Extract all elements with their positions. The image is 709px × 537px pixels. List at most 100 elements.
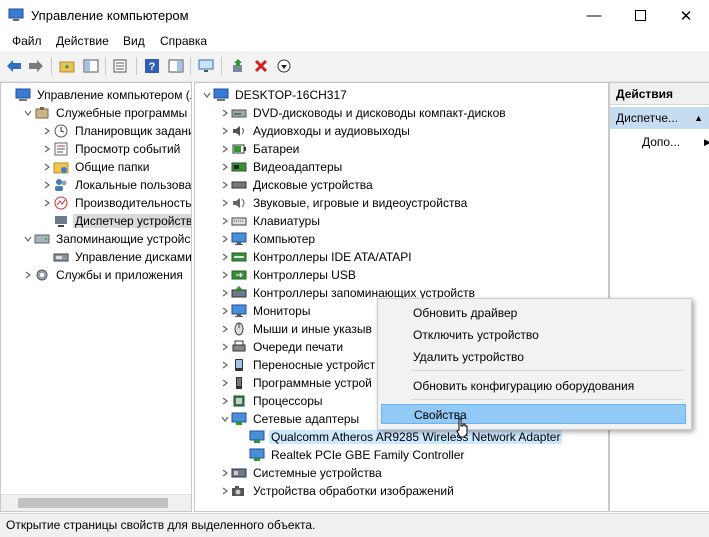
show-hide-action-pane-icon[interactable] [167, 57, 185, 75]
actions-device-manager[interactable]: Диспетче... ▲ [610, 107, 709, 129]
menu-separator [411, 399, 684, 400]
device-tree-item[interactable]: Переносные устройст [219, 356, 377, 374]
disable-device-icon[interactable] [252, 57, 270, 75]
left-tree-item[interactable]: Просмотр событий [41, 140, 182, 158]
device-tree-item[interactable]: Контроллеры IDE ATA/ATAPI [219, 248, 414, 266]
expand-chevron-icon[interactable] [219, 235, 231, 243]
device-tree-item[interactable]: Мыши и иные указыв [219, 320, 374, 338]
actions-more[interactable]: Допо... ▶ [642, 131, 709, 153]
device-tree-item[interactable]: Дисковые устройства [219, 176, 375, 194]
device-tree-item[interactable]: Сетевые адаптеры [219, 410, 361, 428]
device-tree-item[interactable]: Звуковые, игровые и видеоустройства [219, 194, 469, 212]
expand-chevron-icon[interactable] [219, 469, 231, 477]
menu-scan-hardware[interactable]: Обновить конфигурацию оборудования [381, 376, 686, 396]
menu-disable-device[interactable]: Отключить устройство [381, 325, 686, 345]
event-viewer-icon [53, 142, 69, 156]
device-tree-item[interactable]: Системные устройства [219, 464, 384, 482]
expand-chevron-icon[interactable] [41, 199, 53, 207]
help-icon[interactable]: ? [143, 57, 161, 75]
expand-chevron-icon[interactable] [219, 127, 231, 135]
device-tree-item[interactable]: Программные устрой [219, 374, 374, 392]
collapse-chevron-icon[interactable] [201, 91, 213, 99]
forward-arrow-icon[interactable] [27, 57, 45, 75]
left-tree-item[interactable]: Управление дисками [41, 248, 192, 266]
menu-view[interactable]: Вид [123, 34, 145, 48]
collapse-up-icon[interactable]: ▲ [694, 107, 703, 129]
expand-chevron-icon[interactable] [219, 145, 231, 153]
device-tree-item-label: Мониторы [253, 304, 311, 318]
expand-chevron-icon[interactable] [219, 271, 231, 279]
properties-icon[interactable] [111, 57, 129, 75]
device-tree-item[interactable]: Аудиовходы и аудиовыходы [219, 122, 412, 140]
left-tree-item[interactable]: Планировщик заданий [41, 122, 191, 140]
services-icon [34, 268, 50, 282]
expand-chevron-icon[interactable] [219, 397, 231, 405]
device-tree-root[interactable]: DESKTOP-16CH317 [201, 86, 349, 104]
horizontal-scrollbar[interactable] [1, 494, 191, 511]
expand-chevron-icon[interactable] [22, 271, 34, 279]
device-tree-item[interactable]: Клавиатуры [219, 212, 322, 230]
show-hide-tree-icon[interactable] [82, 57, 100, 75]
scrollbar-thumb[interactable] [18, 498, 168, 508]
expand-chevron-icon[interactable] [219, 361, 231, 369]
update-driver-icon[interactable] [229, 57, 247, 75]
scan-hardware-icon[interactable] [197, 57, 215, 75]
expand-chevron-icon[interactable] [219, 325, 231, 333]
device-tree-item[interactable]: DVD-дисководы и дисководы компакт-дисков [219, 104, 508, 122]
device-tree-item-label: Мыши и иные указыв [253, 322, 372, 336]
maximize-icon[interactable] [617, 0, 663, 31]
left-tree-item[interactable]: Общие папки [41, 158, 151, 176]
device-tree-item-label: Дисковые устройства [253, 178, 373, 192]
left-tree-item[interactable]: Службы и приложения [22, 266, 185, 284]
device-tree-item[interactable]: Устройства обработки изображений [219, 482, 456, 500]
expand-chevron-icon[interactable] [219, 289, 231, 297]
expand-chevron-icon[interactable] [219, 307, 231, 315]
left-tree-item[interactable]: Запоминающие устройст [22, 230, 191, 248]
left-tree-item[interactable]: Производительность [41, 194, 191, 212]
menu-file[interactable]: Файл [12, 34, 42, 48]
menu-properties[interactable]: Свойства [381, 404, 686, 424]
device-tree-item[interactable]: Realtek PCIe GBE Family Controller [237, 446, 466, 464]
menu-action[interactable]: Действие [56, 34, 109, 48]
expand-chevron-icon[interactable] [41, 163, 53, 171]
uninstall-device-icon[interactable] [275, 57, 293, 75]
collapse-chevron-icon[interactable] [219, 415, 231, 423]
menu-update-driver[interactable]: Обновить драйвер [381, 303, 686, 323]
menu-uninstall-device[interactable]: Удалить устройство [381, 347, 686, 367]
expand-chevron-icon[interactable] [219, 343, 231, 351]
device-tree-item[interactable]: Мониторы [219, 302, 312, 320]
left-tree-item[interactable]: Управление компьютером (л [3, 86, 191, 104]
expand-chevron-icon[interactable] [219, 199, 231, 207]
expand-chevron-icon[interactable] [219, 253, 231, 261]
device-tree-item[interactable]: Qualcomm Atheros AR9285 Wireless Network… [237, 428, 563, 446]
menu-bar: Файл Действие Вид Справка [0, 31, 709, 51]
menu-help[interactable]: Справка [160, 34, 207, 48]
device-tree-item[interactable]: Видеоадаптеры [219, 158, 344, 176]
left-tree-item[interactable]: Диспетчер устройств [41, 212, 191, 230]
expand-chevron-icon[interactable] [219, 181, 231, 189]
expand-chevron-icon[interactable] [41, 181, 53, 189]
device-tree-item[interactable]: Компьютер [219, 230, 317, 248]
close-icon[interactable]: ✕ [663, 0, 709, 31]
left-tree-item-label: Управление дисками [75, 250, 192, 264]
expand-chevron-icon[interactable] [219, 217, 231, 225]
expand-chevron-icon[interactable] [41, 127, 53, 135]
expand-chevron-icon[interactable] [41, 145, 53, 153]
expand-chevron-icon[interactable] [219, 379, 231, 387]
device-tree-item[interactable]: Контроллеры USB [219, 266, 358, 284]
back-arrow-icon[interactable] [5, 57, 23, 75]
device-tree-item[interactable]: Батареи [219, 140, 301, 158]
expand-chevron-icon[interactable] [219, 163, 231, 171]
device-tree-pane: DESKTOP-16CH317 DVD-дисководы и дисководы… [194, 82, 609, 512]
left-tree-item[interactable]: Локальные пользовате [41, 176, 191, 194]
minimize-icon[interactable]: — [571, 0, 617, 31]
left-tree-item[interactable]: Служебные программы [22, 104, 189, 122]
expand-chevron-icon[interactable] [219, 109, 231, 117]
up-folder-icon[interactable] [58, 57, 76, 75]
collapse-chevron-icon[interactable] [22, 109, 34, 117]
device-tree-item-label: Звуковые, игровые и видеоустройства [253, 196, 468, 210]
collapse-chevron-icon[interactable] [22, 235, 34, 243]
expand-chevron-icon[interactable] [219, 487, 231, 495]
device-tree-item[interactable]: Очереди печати [219, 338, 345, 356]
device-tree-item[interactable]: Процессоры [219, 392, 325, 410]
